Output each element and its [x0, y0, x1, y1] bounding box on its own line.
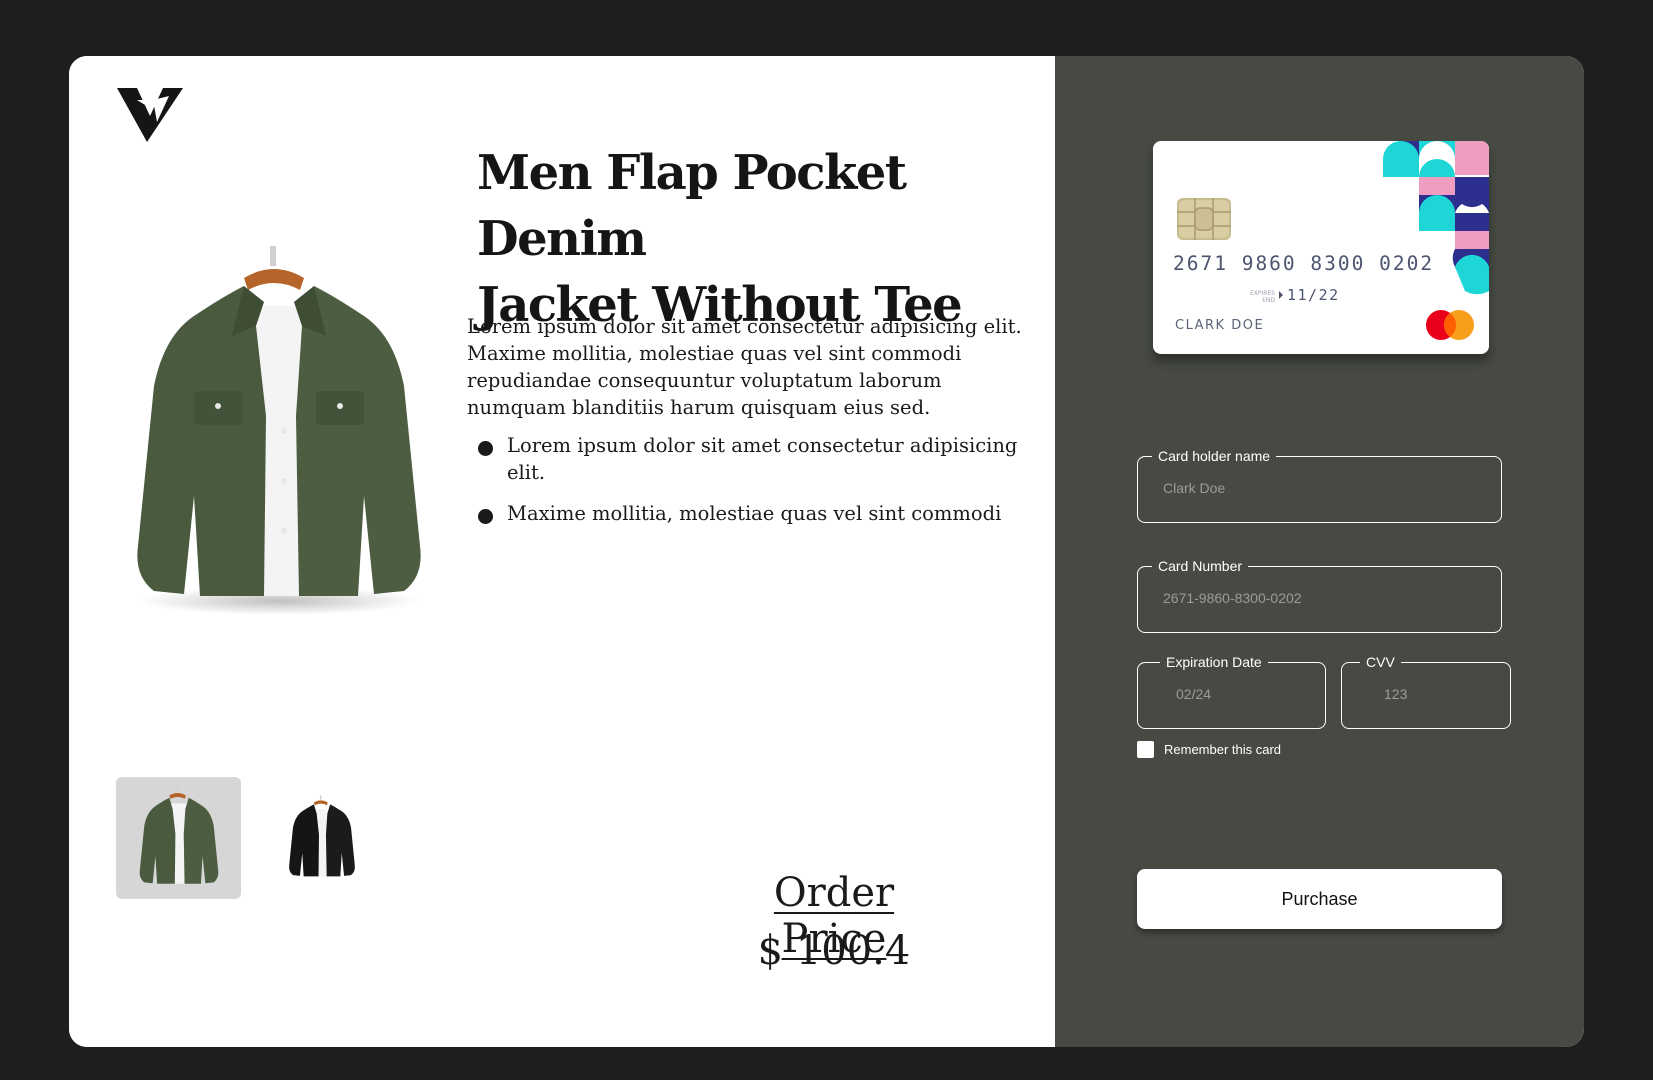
- thumbnail-black-jacket[interactable]: [259, 777, 384, 899]
- card-pattern-decoration: [1383, 141, 1489, 301]
- product-feature-item: Maxime mollitia, molestiae quas vel sint…: [467, 500, 1027, 527]
- green-jacket-thumbnail-image: [139, 786, 218, 884]
- expiration-date-label: Expiration Date: [1160, 653, 1268, 671]
- remember-card-checkbox[interactable]: [1137, 741, 1154, 758]
- card-preview-expiry: 11/22: [1287, 286, 1340, 304]
- bullet-icon: [478, 509, 493, 524]
- product-panel: Men Flap Pocket Denim Jacket Without Tee…: [69, 56, 1055, 1047]
- product-description: Lorem ipsum dolor sit amet consectetur a…: [467, 315, 1022, 419]
- order-price-value: $ 100.4: [757, 928, 911, 974]
- expiration-date-input[interactable]: [1174, 685, 1328, 703]
- product-main-image: [137, 246, 421, 615]
- credit-card-preview: 2671 9860 8300 0202 EXPIRES END 11/22 CL…: [1153, 141, 1489, 354]
- remember-card-option[interactable]: Remember this card: [1137, 741, 1281, 758]
- cvv-field: CVV: [1341, 653, 1521, 729]
- cvv-label: CVV: [1360, 653, 1401, 671]
- card-holder-field: Card holder name: [1137, 447, 1502, 523]
- product-title: Men Flap Pocket Denim Jacket Without Tee: [477, 140, 1047, 338]
- mastercard-icon: [1426, 310, 1474, 340]
- product-feature-item: Lorem ipsum dolor sit amet consectetur a…: [467, 432, 1027, 486]
- card-preview-number: 2671 9860 8300 0202: [1173, 252, 1435, 275]
- bullet-icon: [478, 441, 493, 456]
- cvv-input[interactable]: [1382, 685, 1521, 703]
- card-number-input[interactable]: [1161, 589, 1456, 607]
- card-number-label: Card Number: [1152, 557, 1249, 575]
- checkout-container: Men Flap Pocket Denim Jacket Without Tee…: [69, 56, 1584, 1047]
- remember-card-label: Remember this card: [1164, 742, 1282, 757]
- black-jacket-thumbnail-image: [288, 795, 355, 877]
- product-feature-text: Maxime mollitia, molestiae quas vel sint…: [507, 502, 1002, 525]
- card-holder-label: Card holder name: [1152, 447, 1277, 465]
- thumbnail-green-jacket[interactable]: [116, 777, 241, 899]
- product-title-line1: Men Flap Pocket Denim: [477, 145, 907, 267]
- expiry-arrow-icon: [1279, 291, 1283, 299]
- brand-monogram-icon: [117, 88, 183, 142]
- card-number-field: Card Number: [1137, 557, 1502, 633]
- product-feature-list: Lorem ipsum dolor sit amet consectetur a…: [467, 432, 1027, 541]
- card-holder-input[interactable]: [1161, 479, 1456, 497]
- purchase-button[interactable]: Purchase: [1137, 869, 1502, 929]
- card-preview-expires-label: EXPIRES END: [1249, 290, 1275, 304]
- card-preview-holder: CLARK DOE: [1175, 318, 1265, 333]
- expiration-date-field: Expiration Date: [1137, 653, 1328, 729]
- payment-panel: 2671 9860 8300 0202 EXPIRES END 11/22 CL…: [1055, 56, 1584, 1047]
- product-feature-text: Lorem ipsum dolor sit amet consectetur a…: [507, 434, 1018, 484]
- card-chip-icon: [1177, 198, 1231, 240]
